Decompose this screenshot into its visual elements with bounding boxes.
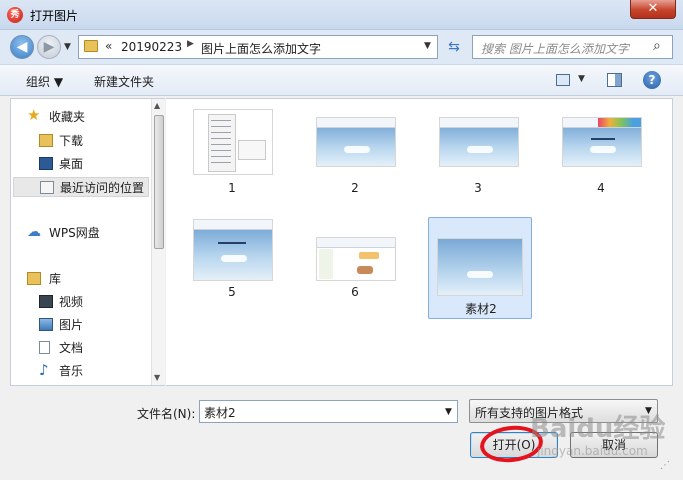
file-thumbnail: [316, 237, 396, 281]
file-item[interactable]: 2: [309, 99, 401, 201]
title-bar: 秀 打开图片 ✕: [0, 0, 683, 30]
watermark-url: jingyan.baidu.com: [537, 444, 648, 458]
view-options-dropdown-icon[interactable]: ▼: [578, 74, 585, 84]
sidebar-item-wps-cloud[interactable]: ☁ WPS网盘: [11, 223, 151, 243]
document-icon: [39, 341, 50, 354]
file-name: 3: [474, 181, 482, 195]
breadcrumb-separator-icon[interactable]: ▶: [187, 39, 194, 49]
refresh-icon[interactable]: ⇆: [442, 37, 466, 57]
preview-pane-icon[interactable]: [607, 73, 622, 87]
search-icon[interactable]: ⌕: [653, 38, 661, 54]
file-item[interactable]: 4: [555, 99, 647, 201]
file-item[interactable]: 3: [432, 99, 524, 201]
file-thumbnail: [437, 238, 523, 296]
breadcrumb-item[interactable]: 20190223: [121, 40, 182, 54]
library-icon: [27, 272, 41, 285]
search-placeholder: 搜索 图片上面怎么添加文字: [481, 42, 629, 56]
sidebar-item-label: 音乐: [59, 364, 84, 378]
file-thumbnail: [193, 109, 273, 175]
app-logo-icon: 秀: [7, 7, 23, 23]
video-icon: [39, 295, 53, 308]
sidebar-item-pictures[interactable]: 图片: [11, 315, 151, 335]
scrollbar-thumb[interactable]: [154, 115, 164, 249]
sidebar-item-documents[interactable]: 文档: [11, 338, 151, 358]
resize-grip-icon[interactable]: ⋰: [660, 460, 670, 471]
sidebar-item-label: 视频: [59, 295, 84, 309]
sidebar-item-label: 收藏夹: [49, 110, 86, 124]
scroll-up-icon[interactable]: ▲: [154, 101, 160, 110]
file-item[interactable]: 1: [186, 99, 278, 201]
filename-value[interactable]: 素材2: [204, 404, 236, 421]
breadcrumb-item[interactable]: 图片上面怎么添加文字: [201, 40, 321, 57]
close-button[interactable]: ✕: [630, 0, 676, 19]
new-folder-button[interactable]: 新建文件夹: [94, 73, 154, 90]
sidebar-item-recent-places[interactable]: 最近访问的位置: [13, 177, 149, 197]
file-name: 5: [228, 285, 236, 299]
back-button[interactable]: ◀: [10, 35, 34, 59]
cloud-icon: ☁: [27, 224, 41, 240]
file-item[interactable]: 5: [186, 203, 278, 305]
file-thumbnail: [193, 219, 273, 281]
filename-dropdown-icon[interactable]: ▼: [445, 407, 452, 417]
sidebar-item-label: 库: [49, 272, 62, 286]
change-view-icon[interactable]: [556, 74, 570, 86]
file-name: 素材2: [465, 302, 497, 316]
scroll-down-icon[interactable]: ▼: [154, 373, 160, 382]
sidebar-item-label: 下载: [59, 134, 84, 148]
organize-button[interactable]: 组织 ▼: [26, 73, 63, 90]
search-input[interactable]: 搜索 图片上面怎么添加文字 ⌕: [472, 35, 673, 59]
file-item-selected[interactable]: 素材2: [428, 217, 532, 319]
recent-places-icon: [40, 181, 54, 194]
forward-button[interactable]: ▶: [37, 35, 61, 59]
sidebar-item-favorites[interactable]: ★ 收藏夹: [11, 107, 151, 127]
sidebar-item-label: 最近访问的位置: [60, 181, 145, 195]
download-folder-icon: [39, 134, 53, 147]
file-name: 1: [228, 181, 236, 195]
sidebar-item-downloads[interactable]: 下载: [11, 131, 151, 151]
address-overflow-chevron[interactable]: «: [105, 39, 112, 53]
sidebar-item-label: 桌面: [59, 157, 84, 171]
sidebar-item-music[interactable]: ♪ 音乐: [11, 361, 151, 381]
file-name: 6: [351, 285, 359, 299]
music-icon: ♪: [39, 361, 49, 379]
desktop-icon: [39, 157, 53, 170]
sidebar-item-desktop[interactable]: 桌面: [11, 154, 151, 174]
navigation-pane: ★ 收藏夹 下载 桌面 最近访问的位置 ☁ WPS网盘 库 视频 图片 文档 ♪…: [10, 98, 165, 386]
watermark-logo: Baidu经验: [530, 414, 666, 444]
window-title: 打开图片: [30, 9, 79, 23]
file-item[interactable]: 6: [309, 203, 401, 305]
file-thumbnail: [439, 117, 519, 167]
sidebar-scrollbar[interactable]: ▲ ▼: [151, 99, 165, 385]
sidebar-item-label: WPS网盘: [49, 226, 100, 240]
picture-icon: [39, 318, 53, 331]
file-name: 4: [597, 181, 605, 195]
sidebar-item-label: 图片: [59, 318, 84, 332]
filename-field[interactable]: 素材2 ▼: [199, 400, 458, 423]
folder-icon: [84, 40, 98, 52]
file-thumbnail: [316, 117, 396, 167]
filename-label: 文件名(N):: [137, 407, 196, 421]
recent-pages-dropdown-icon[interactable]: ▼: [64, 42, 71, 52]
sidebar-item-libraries[interactable]: 库: [11, 269, 151, 289]
file-name: 2: [351, 181, 359, 195]
address-dropdown-icon[interactable]: ▼: [424, 41, 431, 51]
sidebar-item-label: 文档: [59, 341, 84, 355]
file-list: 1 2 3 4 5 6 素材2: [166, 98, 673, 386]
file-thumbnail: [562, 117, 642, 167]
command-toolbar: 组织 ▼ 新建文件夹 ▼ ?: [0, 64, 683, 96]
address-bar[interactable]: « 20190223 ▶ 图片上面怎么添加文字 ▼: [78, 35, 438, 59]
star-icon: ★: [27, 106, 41, 124]
help-icon[interactable]: ?: [643, 71, 661, 89]
sidebar-item-videos[interactable]: 视频: [11, 292, 151, 312]
navigation-bar: ◀ ▶ ▼ « 20190223 ▶ 图片上面怎么添加文字 ▼ ⇆ 搜索 图片上…: [0, 30, 683, 64]
